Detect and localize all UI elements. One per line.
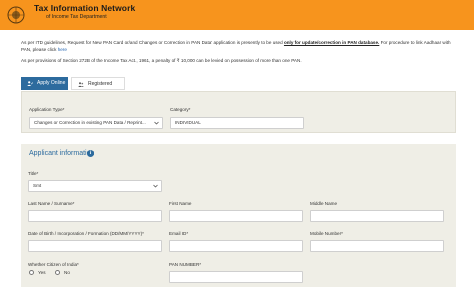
pan-number-input[interactable] [169, 271, 303, 283]
citizen-no-label: No [64, 270, 70, 275]
mobile-input[interactable] [310, 240, 444, 252]
applicant-information-panel: Applicant information i Title* Smt Last … [21, 144, 456, 287]
notice-emphasis: only for update/correction in PAN databa… [283, 40, 380, 45]
first-name-label: First Name [169, 201, 192, 206]
title-label: Title* [28, 171, 39, 176]
category-label: Category* [170, 107, 191, 112]
user-edit-icon [27, 81, 33, 86]
aadhaar-link-here[interactable]: here [58, 47, 67, 52]
first-name-input[interactable] [169, 210, 303, 222]
dob-label: Date of Birth / Incorporation / Formatio… [28, 231, 144, 236]
middle-name-label: Middle Name [310, 201, 338, 206]
tab-apply-online[interactable]: Apply Online [21, 77, 68, 90]
citizen-yes-radio[interactable] [29, 270, 34, 275]
user-group-icon [78, 82, 84, 87]
application-type-select[interactable]: Changes or Correction in existing PAN Da… [29, 117, 163, 129]
chevron-down-icon [154, 121, 159, 125]
citizen-label: Whether Citizen of India* [28, 262, 79, 267]
application-type-panel: Application Type* Changes or Correction … [21, 91, 456, 133]
mobile-label: Mobile Number* [310, 231, 343, 236]
dob-input[interactable] [28, 240, 162, 252]
site-title: Tax Information Network [34, 3, 136, 13]
site-header: Tax Information Network of Income Tax De… [0, 0, 474, 30]
last-name-input[interactable] [28, 210, 162, 222]
email-input[interactable] [169, 240, 303, 252]
citizen-no-radio[interactable] [55, 270, 60, 275]
pan-guideline-notice: As per ITD guidelines, Request for New P… [21, 39, 459, 53]
citizen-yes-label: Yes [38, 270, 46, 275]
site-subtitle: of Income Tax Department [46, 14, 107, 20]
title-select[interactable]: Smt [28, 180, 162, 192]
category-value: INDIVIDUAL [175, 120, 201, 125]
section-title: Applicant information [29, 150, 95, 157]
chevron-down-icon [153, 184, 158, 188]
penalty-notice: As per provisions of Section 272B of the… [21, 58, 302, 63]
info-icon[interactable]: i [87, 150, 94, 157]
email-label: Email ID* [169, 231, 189, 236]
tab-label: Apply Online [37, 80, 66, 86]
middle-name-input[interactable] [310, 210, 444, 222]
last-name-label: Last Name / Surname* [28, 201, 75, 206]
notice-text: As per ITD guidelines, Request for New P… [21, 40, 284, 45]
title-value: Smt [33, 183, 42, 188]
application-type-value: Changes or Correction in existing PAN Da… [34, 120, 146, 125]
application-type-label: Application Type* [29, 107, 65, 112]
department-emblem-icon [7, 6, 25, 24]
pan-number-label: PAN NUMBER* [169, 262, 202, 267]
tab-registered-user[interactable]: Registered User [71, 77, 125, 100]
category-select[interactable]: INDIVIDUAL [170, 117, 304, 129]
